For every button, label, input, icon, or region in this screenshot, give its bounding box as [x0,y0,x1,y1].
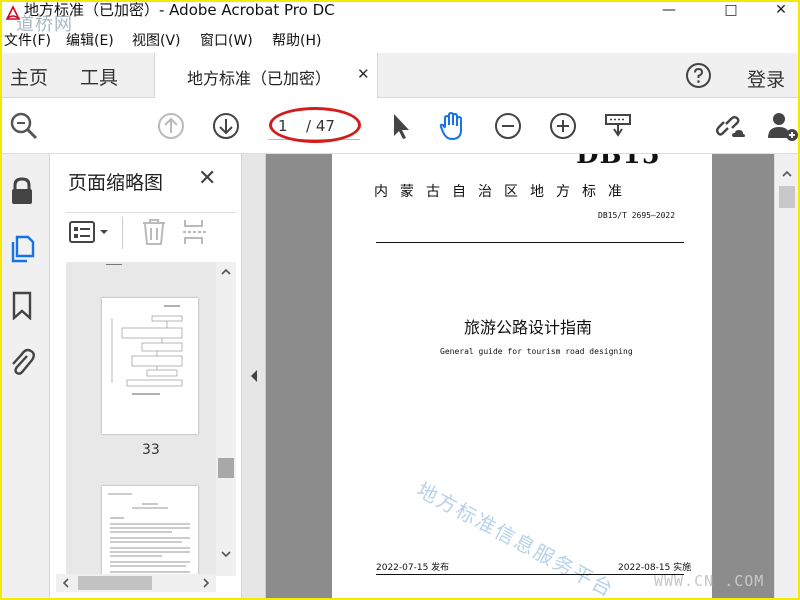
thumbnail-vertical-scrollbar[interactable] [216,262,236,576]
thumbnail-horizontal-scrollbar[interactable] [56,574,216,592]
panel-title: 页面缩略图 [68,172,164,194]
acrobat-window: 地方标准（已加密）- Adobe Acrobat Pro DC 道桥网 — □ … [2,2,798,598]
url-watermark: WWW.CN .COM [654,572,765,590]
scrollbar-thumb[interactable] [78,576,152,590]
thumbnail-text-preview [108,493,190,576]
panel-collapse-strip[interactable] [242,154,266,598]
thumbnail-page[interactable] [102,486,198,576]
document-vertical-scrollbar[interactable] [774,154,798,598]
annotation-circle [269,107,361,143]
menu-view[interactable]: 视图(V) [132,30,181,50]
document-title-english: General guide for tourism road designing [440,347,633,356]
tab-home[interactable]: 主页 [10,63,48,90]
delete-page-icon[interactable] [140,217,168,247]
tab-tools[interactable]: 工具 [80,63,118,90]
previous-thumbnail-edge [106,264,122,265]
standard-code: DB15/T 2695—2022 [598,211,676,220]
footer-rule [376,574,684,575]
tab-bar: 主页 工具 地方标准（已加密） ✕ 登录 [2,53,798,98]
header-rule [376,242,684,243]
thumbnails-panel: 页面缩略图 ✕ 33 [50,154,242,598]
minimize-button[interactable]: — [654,2,684,24]
scrollbar-thumb[interactable] [218,458,234,478]
toolbar: 1 / 47 [2,98,798,154]
help-icon[interactable] [685,62,712,89]
document-title-chinese: 旅游公路设计指南 [464,318,593,337]
close-window-button[interactable]: ✕ [766,2,796,24]
menu-edit[interactable]: 编辑(E) [66,30,114,50]
tab-document[interactable]: 地方标准（已加密） ✕ [154,53,378,98]
standard-organization: 内蒙古自治区地方标准 [374,184,634,200]
options-menu-icon[interactable] [68,219,114,245]
pages-icon[interactable] [8,234,36,264]
scrollbar-thumb[interactable] [779,186,795,208]
share-link-icon[interactable] [714,110,746,142]
document-watermark: 地方标准信息服务平台 [412,477,619,598]
collapse-left-icon[interactable] [248,368,260,384]
scroll-up-icon[interactable] [781,168,793,180]
title-bar: 地方标准（已加密）- Adobe Acrobat Pro DC 道桥网 — □ … [2,2,798,35]
hand-tool-icon[interactable] [436,110,468,142]
scroll-right-icon[interactable] [200,577,212,589]
thumbnail-flowchart-preview [111,305,183,395]
thumbnail-list[interactable]: 33 [66,262,218,576]
zoom-out-icon[interactable] [492,110,524,142]
maximize-button[interactable]: □ [716,2,746,24]
insert-page-icon[interactable] [182,217,212,247]
standard-logo: DB15 [576,154,661,170]
left-rail [2,154,50,598]
zoom-in-icon[interactable] [547,110,579,142]
prev-page-icon[interactable] [155,110,187,142]
release-date: 2022-07-15 发布 [376,563,450,573]
document-tab-title: 地方标准（已加密） [187,69,332,88]
thumbnail-page-number: 33 [142,442,160,458]
login-button[interactable]: 登录 [747,65,785,92]
bookmark-icon[interactable] [8,290,36,320]
menu-file[interactable]: 文件(F) [4,30,51,50]
scroll-down-icon[interactable] [220,548,232,560]
thumbnail-page[interactable] [102,298,198,434]
thumbnail-toolbar [66,212,236,252]
close-tab-button[interactable]: ✕ [357,65,370,83]
menu-help[interactable]: 帮助(H) [272,30,321,50]
scroll-left-icon[interactable] [60,577,72,589]
scrolling-mode-icon[interactable] [602,110,634,142]
zoom-search-icon[interactable] [8,110,40,142]
select-pointer-icon[interactable] [385,110,417,142]
attachment-icon[interactable] [8,346,36,376]
menu-window[interactable]: 窗口(W) [200,30,253,50]
lock-icon[interactable] [8,176,36,206]
close-panel-button[interactable]: ✕ [198,166,216,191]
document-view[interactable]: DB15 内蒙古自治区地方标准 DB15/T 2695—2022 旅游公路设计指… [266,154,774,598]
toolbar-divider [122,217,123,249]
add-user-icon[interactable] [766,110,798,142]
document-page: DB15 内蒙古自治区地方标准 DB15/T 2695—2022 旅游公路设计指… [332,154,712,598]
scroll-up-icon[interactable] [220,266,232,278]
next-page-icon[interactable] [210,110,242,142]
menu-bar: 文件(F) 编辑(E) 视图(V) 窗口(W) 帮助(H) [2,28,798,52]
